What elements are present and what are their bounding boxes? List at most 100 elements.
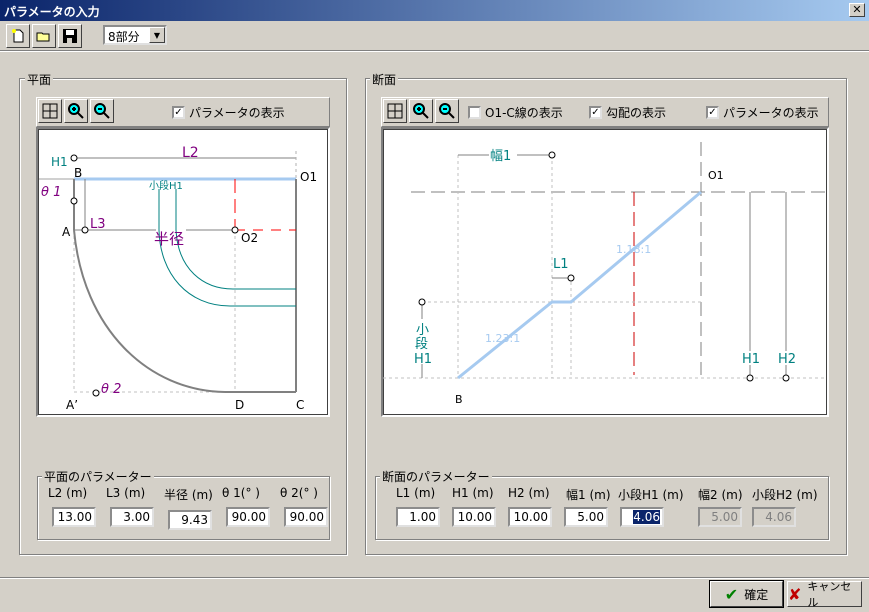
h1-field[interactable]: 10.00: [452, 507, 496, 527]
plan-canvas-toolbar: ✓ パラメータの表示: [36, 97, 330, 127]
l3-field[interactable]: 3.00: [110, 507, 154, 527]
zoom-out-icon: [94, 103, 110, 119]
param-label: L2 (m): [48, 486, 88, 500]
section-zoom-in-button[interactable]: [409, 99, 433, 123]
plan-params-row: L2 (m) 13.00 L3 (m) 3.00 半径 (m) 9.43 θ 1(° …: [48, 486, 328, 530]
kodan-h2-field: 4.06: [752, 507, 796, 527]
param-label: θ 1(° ): [222, 486, 260, 500]
param-label: 幅2 (m): [698, 488, 743, 502]
section-label-kodan-h1: H1: [414, 352, 432, 367]
slope-lower-label: 1.23:1: [485, 332, 520, 345]
param-label: θ 2(° ): [280, 486, 318, 500]
section-label-b: B: [455, 393, 463, 406]
plan-params-label: 平面のパラメーター: [42, 468, 154, 485]
param-label: L1 (m): [396, 486, 436, 500]
footer-divider: [0, 577, 869, 579]
section-show-params-label: パラメータの表示: [723, 106, 819, 120]
zoom-in-icon: [68, 103, 84, 119]
plan-label-radius: 半径: [154, 230, 184, 248]
zoom-in-icon: [413, 103, 429, 119]
plan-label-o2: O2: [241, 231, 258, 245]
l2-field[interactable]: 13.00: [52, 507, 96, 527]
param-label: 小段H1 (m): [618, 488, 684, 502]
param-label: 小段H2 (m): [752, 488, 818, 502]
param-label: 半径 (m): [164, 488, 213, 502]
plan-label-l3: L3: [90, 217, 106, 232]
save-disk-icon: [63, 29, 77, 43]
section-show-params-checkbox[interactable]: ✓ パラメータの表示: [706, 104, 819, 121]
plan-show-params-checkbox[interactable]: ✓ パラメータの表示: [172, 104, 285, 121]
o1c-line-label: O1-C線の表示: [485, 106, 563, 120]
plan-label-a: A: [62, 225, 71, 239]
plan-label-aprime: A’: [66, 398, 78, 412]
section-label-h2: H2: [778, 352, 796, 367]
plan-label-l2: L2: [182, 145, 199, 161]
checkbox-checked-icon: ✓: [589, 106, 602, 119]
fit-grid-icon: [387, 103, 403, 119]
l1-field[interactable]: 1.00: [396, 507, 440, 527]
selected-text: 4.06: [633, 510, 660, 524]
param-label: H1 (m): [452, 486, 494, 500]
slope-checkbox[interactable]: ✓ 勾配の表示: [589, 104, 666, 121]
toolbar-divider: [0, 50, 869, 52]
section-label-ko: 小: [416, 323, 429, 338]
slope-label: 勾配の表示: [606, 106, 667, 120]
plan-fit-button[interactable]: [38, 99, 62, 123]
cancel-button[interactable]: ✘ キャンセル: [787, 580, 862, 609]
section-drawing: [383, 142, 826, 382]
param-label: L3 (m): [106, 486, 146, 500]
plan-label-kodan: 小段H1: [149, 179, 183, 192]
title-bar: パラメータの入力: [0, 0, 869, 21]
window-title: パラメータの入力: [4, 5, 100, 19]
section-fit-button[interactable]: [383, 99, 407, 123]
plan-group-label: 平面: [25, 71, 54, 88]
plan-label-d: D: [235, 398, 244, 412]
section-canvas-toolbar: O1-C線の表示 ✓ 勾配の表示 ✓ パラメータの表示: [381, 97, 829, 127]
haba1-field[interactable]: 5.00: [564, 507, 608, 527]
section-label-dan: 段: [415, 337, 428, 352]
plan-label-c: C: [296, 398, 304, 412]
confirm-label: 確定: [744, 587, 769, 602]
zoom-out-icon: [439, 103, 455, 119]
radius-field[interactable]: 9.43: [168, 510, 212, 530]
plan-label-theta1: θ 1: [41, 185, 61, 200]
section-label-h1: H1: [742, 352, 760, 367]
plan-label-theta2: θ 2: [101, 382, 121, 397]
param-label: 幅1 (m): [566, 488, 611, 502]
plan-zoom-out-button[interactable]: [90, 99, 114, 123]
plan-canvas[interactable]: H1 L2 B O1 θ 1 A L3 小段H1 半径 O2 θ 2 A’ D …: [36, 127, 330, 417]
param-label: H2 (m): [508, 486, 550, 500]
division-select[interactable]: 8部分 ▼: [103, 25, 167, 45]
section-zoom-out-button[interactable]: [435, 99, 459, 123]
confirm-button[interactable]: ✔ 確定: [709, 580, 784, 608]
plan-label-b: B: [74, 166, 82, 180]
close-button[interactable]: ✕: [849, 3, 865, 17]
section-canvas[interactable]: 幅1 O1 L1 1.18:1 1.23:1 小 段 H1 H1 H2 B: [381, 127, 829, 417]
chevron-down-icon[interactable]: ▼: [149, 27, 165, 43]
section-params-label: 断面のパラメーター: [380, 468, 492, 485]
plan-zoom-in-button[interactable]: [64, 99, 88, 123]
kodan-h1-field[interactable]: 4.06: [620, 507, 664, 527]
checkbox-checked-icon: ✓: [172, 106, 185, 119]
open-button[interactable]: [32, 24, 56, 48]
check-icon: ✔: [724, 584, 739, 604]
section-label-l1: L1: [553, 257, 569, 272]
section-group-label: 断面: [370, 71, 399, 88]
section-params-row: L1 (m) 1.00 H1 (m) 10.00 H2 (m) 10.00 幅1…: [396, 486, 826, 527]
o1c-line-checkbox[interactable]: O1-C線の表示: [468, 104, 563, 121]
cancel-label: キャンセル: [807, 580, 852, 609]
theta2-field[interactable]: 90.00: [284, 507, 328, 527]
save-button[interactable]: [58, 24, 82, 48]
section-label-haba1: 幅1: [490, 149, 511, 164]
x-icon: ✘: [788, 584, 802, 604]
h2-field[interactable]: 10.00: [508, 507, 552, 527]
fit-grid-icon: [42, 103, 58, 119]
theta1-field[interactable]: 90.00: [226, 507, 270, 527]
plan-label-h1: H1: [51, 155, 68, 169]
division-select-value: 8部分: [108, 30, 140, 44]
slope-upper-label: 1.18:1: [616, 243, 651, 256]
plan-label-o1: O1: [300, 170, 317, 184]
plan-show-params-label: パラメータの表示: [189, 106, 285, 120]
checkbox-checked-icon: ✓: [706, 106, 719, 119]
new-button[interactable]: [6, 24, 30, 48]
